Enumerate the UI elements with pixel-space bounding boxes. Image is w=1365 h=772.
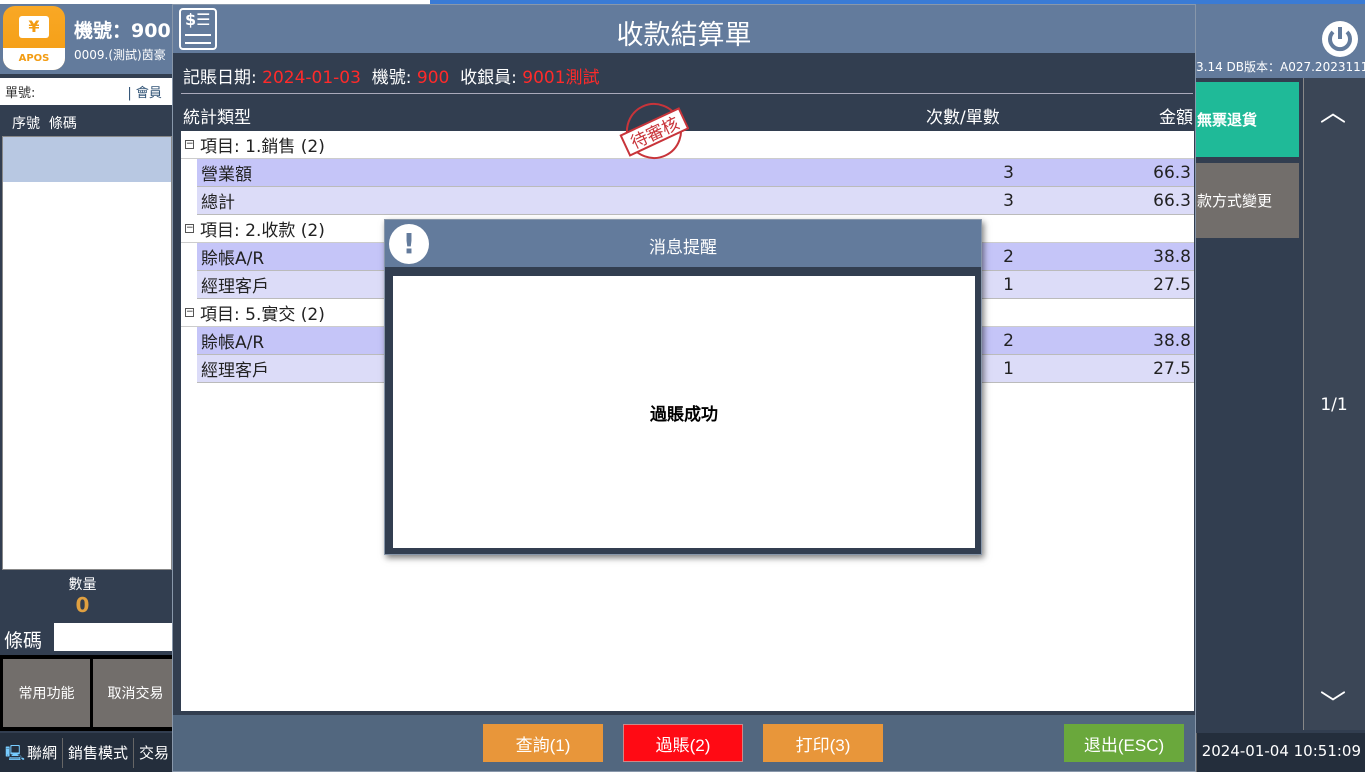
dialog-message: 過賬成功: [393, 276, 975, 548]
chevron-down-icon[interactable]: ﹀: [1320, 684, 1346, 721]
collapse-toggle-icon[interactable]: −: [185, 308, 194, 317]
store-name: 0009.(測試)茵豪: [74, 48, 166, 62]
row-count: 3: [1003, 190, 1014, 211]
barcode-input[interactable]: [54, 623, 172, 651]
window-title: 收款結算單: [616, 20, 752, 51]
collapse-toggle-icon[interactable]: −: [185, 140, 194, 149]
info-bar: 記賬日期: 2024-01-03 機號: 900 收銀員: 9001測試: [183, 63, 600, 88]
version-text: 3.14 DB版本：A027.20231113: [1196, 60, 1365, 74]
table-row[interactable]: 總計 3 66.3: [197, 187, 1194, 215]
window-footer: 查詢(1) 過賬(2) 打印(3) 退出(ESC): [173, 715, 1195, 771]
member-label: | 會員: [127, 86, 162, 101]
no-receipt-return-button[interactable]: 無票退貨: [1196, 82, 1299, 157]
row-name: 營業額: [201, 165, 252, 185]
selected-row[interactable]: [3, 137, 171, 182]
row-count: 3: [1003, 162, 1014, 183]
header-amount: 金額: [1159, 108, 1193, 128]
divider: [181, 93, 1193, 94]
power-icon[interactable]: [1321, 20, 1359, 58]
col-seq: 序號: [12, 116, 40, 132]
cashier-label: 收銀員:: [460, 68, 517, 88]
page-indicator: 1/1: [1320, 395, 1348, 415]
print-button[interactable]: 打印(3): [763, 724, 883, 762]
pending-review-stamp: 待審核: [619, 103, 689, 159]
row-amount: 38.8: [1153, 330, 1191, 351]
machine-value: 900: [416, 68, 450, 88]
item-list[interactable]: [2, 136, 172, 570]
collapse-toggle-icon[interactable]: −: [185, 224, 194, 233]
row-amount: 38.8: [1153, 246, 1191, 267]
dialog-title: 消息提醒: [649, 238, 717, 258]
exit-button[interactable]: 退出(ESC): [1064, 724, 1184, 762]
row-amount: 66.3: [1153, 190, 1191, 211]
row-amount: 27.5: [1153, 274, 1191, 295]
apos-logo: ¥ APOS: [3, 6, 65, 70]
message-dialog: ! 消息提醒 過賬成功: [384, 219, 982, 555]
post-button[interactable]: 過賬(2): [623, 724, 743, 762]
machine-number: 機號：900: [74, 20, 171, 42]
status-bar: 🖳 聯網 銷售模式 交易: [0, 733, 172, 772]
network-status: 🖳 聯網: [0, 737, 64, 768]
date-label: 記賬日期:: [183, 68, 257, 88]
cashier-value: 9001測試: [522, 68, 600, 88]
clock: 2024-01-04 10:51:09: [1196, 733, 1365, 772]
barcode-label: 條碼: [4, 630, 43, 652]
group-label: 項目: 5.實交 (2): [200, 305, 325, 325]
cancel-transaction-button[interactable]: 取消交易: [93, 659, 178, 727]
table-row[interactable]: 營業額 3 66.3: [197, 159, 1194, 187]
qty-value: 0: [75, 593, 90, 617]
header-type: 統計類型: [183, 108, 251, 128]
date-value: 2024-01-03: [262, 68, 361, 88]
order-number-field[interactable]: 單號: | 會員: [0, 78, 172, 105]
machine-label: 機號:: [371, 68, 412, 88]
left-buttons: 常用功能 取消交易: [0, 655, 178, 731]
col-barcode: 條碼: [48, 116, 77, 132]
common-functions-button[interactable]: 常用功能: [3, 659, 90, 727]
payment-method-change-button[interactable]: 款方式變更: [1196, 163, 1299, 238]
group-label: 項目: 1.銷售 (2): [200, 137, 325, 157]
list-header: 序號 條碼: [2, 108, 172, 136]
trade-status: 交易: [134, 738, 172, 768]
network-icon: 🖳: [5, 743, 26, 762]
chevron-up-icon[interactable]: ︿: [1320, 92, 1346, 129]
order-label: 單號:: [5, 86, 36, 101]
qty-label: 數量: [68, 577, 97, 593]
group-label: 項目: 2.收款 (2): [200, 221, 325, 241]
row-amount: 66.3: [1153, 162, 1191, 183]
sales-mode[interactable]: 銷售模式: [63, 737, 135, 768]
row-amount: 27.5: [1153, 358, 1191, 379]
query-button[interactable]: 查詢(1): [483, 724, 603, 762]
row-name: 總計: [201, 193, 235, 213]
header-count: 次數/單數: [926, 108, 1000, 128]
